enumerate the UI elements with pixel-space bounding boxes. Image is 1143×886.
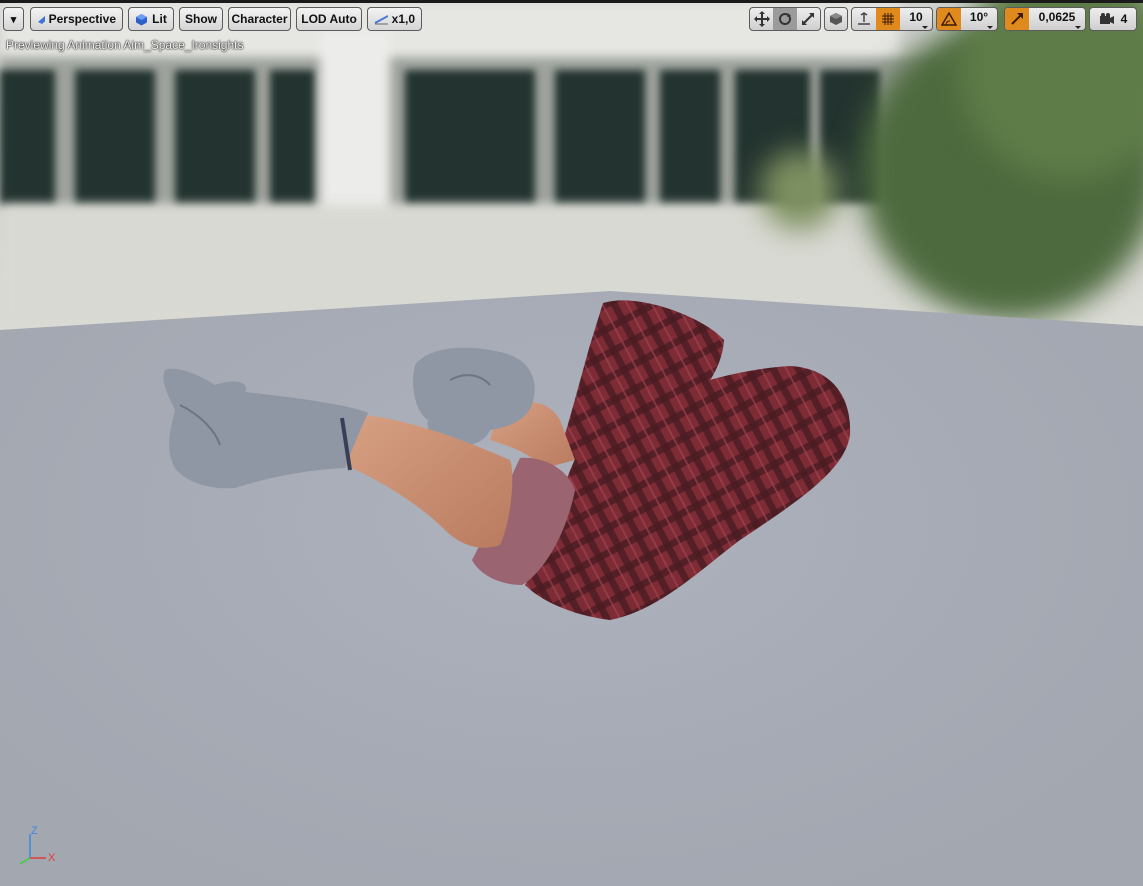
preview-status-text: Previewing Animation Aim_Space_Ironsight… <box>6 38 244 52</box>
grid-snap-icon <box>882 13 894 25</box>
axis-label-x: X <box>48 852 56 864</box>
lit-button[interactable]: Lit <box>128 7 174 31</box>
rotation-snap-group: 10° <box>936 7 998 31</box>
translate-icon <box>753 11 770 27</box>
rotation-snap-button[interactable] <box>937 8 961 30</box>
grid-snap-value-dropdown[interactable]: 10 <box>900 8 932 30</box>
rotation-snap-icon <box>941 12 957 26</box>
play-speed-button[interactable]: x1,0 <box>367 7 422 31</box>
perspective-icon <box>38 16 45 24</box>
grid-snap-group: 10 <box>851 7 933 31</box>
rotate-tool-button[interactable] <box>773 8 797 30</box>
surface-snap-button[interactable] <box>852 8 876 30</box>
axis-gizmo-icon <box>19 834 46 865</box>
lod-button[interactable]: LOD Auto <box>296 7 362 31</box>
transform-tools-group <box>749 7 821 31</box>
surface-snap-icon <box>858 12 870 25</box>
play-speed-icon <box>374 15 388 25</box>
scale-snap-group: 0,0625 <box>1004 7 1086 31</box>
front-glove <box>163 368 368 489</box>
scale-snap-button[interactable] <box>1005 8 1029 30</box>
viewport-options-button[interactable]: ▾ <box>3 7 24 31</box>
translate-tool-button[interactable] <box>750 8 773 30</box>
character-button[interactable]: Character <box>228 7 291 31</box>
chevron-down-icon <box>1075 26 1081 29</box>
show-button[interactable]: Show <box>179 7 223 31</box>
world-local-toggle[interactable] <box>824 7 848 31</box>
rotation-snap-value-dropdown[interactable]: 10° <box>961 8 997 30</box>
chevron-down-icon <box>987 26 993 29</box>
perspective-button[interactable]: Perspective <box>30 7 123 31</box>
scale-snap-value-dropdown[interactable]: 0,0625 <box>1029 8 1085 30</box>
character-mesh <box>163 300 851 620</box>
scale-tool-button[interactable] <box>797 8 820 30</box>
scale-icon <box>802 13 815 25</box>
lit-sphere-icon <box>136 13 148 25</box>
axis-label-z: Z <box>31 825 38 837</box>
front-forearm <box>345 415 513 548</box>
chevron-down-icon <box>922 26 928 29</box>
viewport-top-border <box>0 0 1143 3</box>
chevron-down-icon: ▾ <box>10 13 17 26</box>
axis-indicator: Z X <box>8 824 68 874</box>
viewport-toolbar: ▾ Perspective Lit Show Character LOD Aut… <box>0 7 1143 33</box>
camera-speed-button[interactable]: 4 <box>1089 7 1137 31</box>
animation-preview-viewport[interactable]: ▾ Perspective Lit Show Character LOD Aut… <box>0 0 1143 886</box>
grid-snap-button[interactable] <box>876 8 900 30</box>
camera-speed-icon <box>1099 13 1114 24</box>
rotate-icon <box>778 13 791 25</box>
world-local-icon <box>830 13 842 25</box>
scale-snap-icon <box>1011 13 1023 25</box>
